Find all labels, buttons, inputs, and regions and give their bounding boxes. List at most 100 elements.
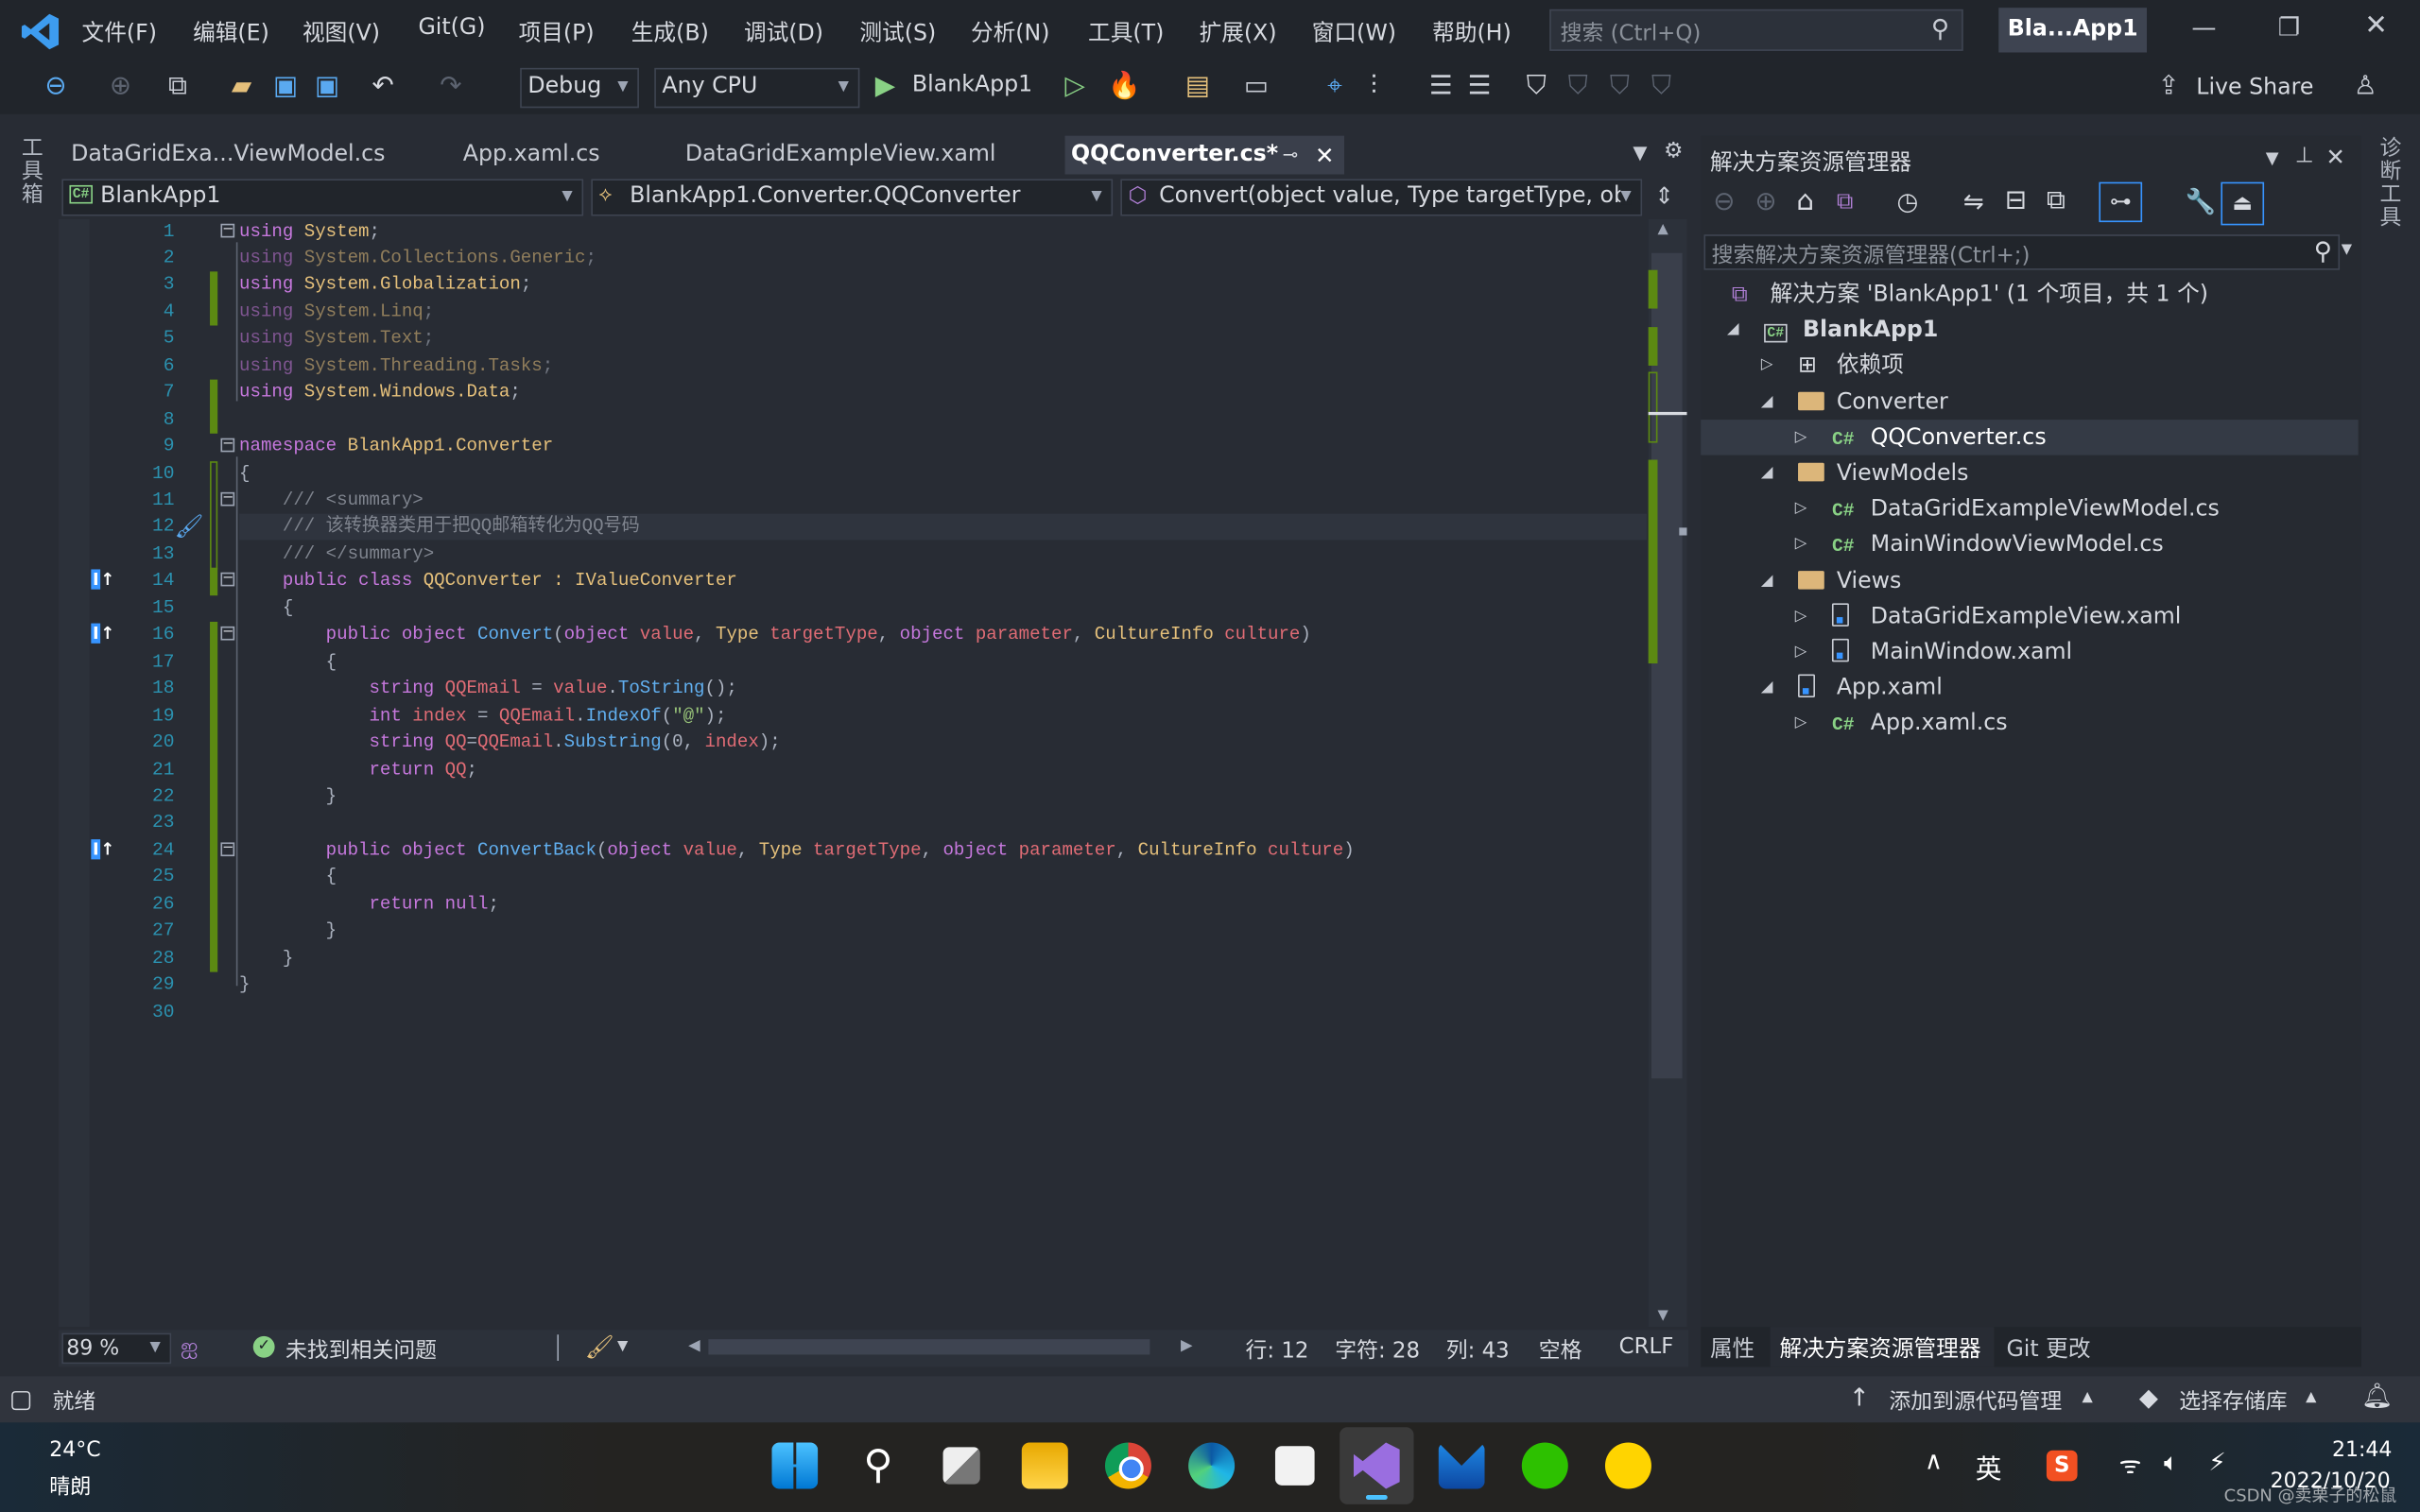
live-tree-icon[interactable]: ⫶ <box>1371 71 1377 102</box>
horizontal-scrollbar[interactable] <box>708 1339 1150 1355</box>
code-line[interactable]: using System.Linq; <box>239 299 434 325</box>
window-layout-icon[interactable]: ▭ <box>1244 71 1269 102</box>
implements-interface-icon[interactable]: I ↑ <box>91 624 114 644</box>
menu-item[interactable]: 窗口(W) <box>1312 15 1396 47</box>
close-button[interactable]: ✕ <box>2364 9 2388 42</box>
code-line[interactable]: { <box>239 649 337 676</box>
code-line[interactable]: string QQ=QQEmail.Substring(0, index); <box>239 730 780 756</box>
volume-icon[interactable]: 🔈︎ <box>2164 1447 2179 1478</box>
collapse-toggle-icon[interactable]: − <box>220 572 235 587</box>
restore-button[interactable]: ❐ <box>2278 12 2300 42</box>
tree-item[interactable]: ViewModels <box>1798 456 1968 492</box>
preview-selected-icon[interactable]: ⊶ <box>2099 181 2143 223</box>
platform-dropdown[interactable]: Any CPU ▼ <box>654 67 860 109</box>
code-line[interactable]: } <box>239 945 293 971</box>
tab-2[interactable]: DataGridExampleView.xaml <box>685 142 996 166</box>
code-line[interactable]: { <box>239 460 250 487</box>
split-window-icon[interactable]: ⇕ <box>1654 182 1674 210</box>
hot-reload-icon[interactable]: 🔥 <box>1108 71 1141 102</box>
expanded-arrow-icon[interactable]: ◢ <box>1727 321 1739 338</box>
code-line[interactable]: public object ConvertBack(object value, … <box>239 837 1355 864</box>
search-box[interactable]: 搜索 (Ctrl+Q) ⚲ <box>1549 9 1963 51</box>
feedback-icon[interactable]: ♙ <box>2354 71 2377 102</box>
menu-item[interactable]: 分析(N) <box>971 15 1050 47</box>
code-line[interactable]: /// </summary> <box>239 541 434 568</box>
tab-solution-explorer[interactable]: 解决方案资源管理器 <box>1779 1332 1980 1364</box>
clock-time[interactable]: 21:44 <box>2332 1438 2393 1463</box>
switch-views-icon[interactable]: ⧉ <box>1837 187 1854 215</box>
expanded-arrow-icon[interactable]: ◢ <box>1761 393 1773 410</box>
menu-item[interactable]: 帮助(H) <box>1432 15 1512 47</box>
code-line[interactable]: int index = QQEmail.IndexOf("@"); <box>239 703 726 730</box>
vertical-scrollbar[interactable]: ▲ ▼ <box>1648 218 1687 1328</box>
menu-item[interactable]: 扩展(X) <box>1200 15 1277 47</box>
panel-menu-icon[interactable]: ▼ <box>2266 148 2279 168</box>
bookmark-icon[interactable]: ⛉ <box>1527 71 1547 102</box>
sogou-ime-icon[interactable]: S <box>2046 1450 2078 1482</box>
indent-indicator[interactable]: 空格 <box>1539 1334 1582 1366</box>
solution-search-input[interactable]: 搜索解决方案资源管理器(Ctrl+;) ⚲ <box>1703 234 2341 270</box>
tree-item[interactable]: App.xaml <box>1798 672 1943 708</box>
code-line[interactable]: public class QQConverter : IValueConvert… <box>239 568 737 594</box>
search-taskbar-icon[interactable]: ⚲ <box>855 1443 901 1489</box>
menu-item[interactable]: 生成(B) <box>631 15 709 47</box>
save-all-icon[interactable]: ▣ <box>315 71 339 102</box>
menu-item[interactable]: 调试(D) <box>744 15 823 47</box>
scroll-down-icon[interactable]: ▼ <box>1657 1308 1668 1323</box>
clear-bookmarks-icon[interactable]: ⛉ <box>1651 71 1671 102</box>
file-explorer-icon[interactable] <box>1021 1442 1068 1489</box>
copilot-icon[interactable]: ஐ <box>181 1334 198 1362</box>
code-line[interactable]: { <box>239 865 337 891</box>
menu-item[interactable]: 项目(P) <box>519 15 595 47</box>
expanded-arrow-icon[interactable]: ◢ <box>1761 679 1773 696</box>
tab-1[interactable]: App.xaml.cs <box>463 142 600 166</box>
member-dropdown[interactable]: ⬡ Convert(object value, Type targetType,… <box>1120 179 1643 216</box>
collapse-toggle-icon[interactable]: − <box>220 626 235 641</box>
collapse-toggle-icon[interactable]: − <box>220 222 235 237</box>
collapsed-arrow-icon[interactable]: ▷ <box>1795 536 1807 553</box>
minimize-button[interactable]: — <box>2191 12 2216 42</box>
tab-qqconverter[interactable]: QQConverter.cs* <box>1071 142 1278 166</box>
tab-git-changes[interactable]: Git 更改 <box>2006 1332 2090 1364</box>
code-line[interactable]: public object Convert(object value, Type… <box>239 622 1311 648</box>
line-indicator[interactable]: 行: 12 <box>1246 1334 1309 1366</box>
collapsed-arrow-icon[interactable]: ▷ <box>1795 715 1807 732</box>
expanded-arrow-icon[interactable]: ◢ <box>1761 572 1773 589</box>
save-icon[interactable]: ▣ <box>273 71 298 102</box>
tree-item[interactable]: C# DataGridExampleViewModel.cs <box>1832 492 2220 528</box>
collapse-all-icon[interactable]: ⊟ <box>2005 185 2027 216</box>
indent-icon[interactable]: ☰ <box>1468 71 1492 102</box>
live-share-button[interactable]: Live Share <box>2196 76 2313 100</box>
tree-item[interactable]: Views <box>1798 564 1901 600</box>
implements-interface-icon[interactable]: I ↑ <box>91 570 114 591</box>
code-line[interactable]: /// <summary> <box>239 488 424 514</box>
wifi-icon[interactable]: ᯤ <box>2119 1447 2142 1481</box>
collapsed-arrow-icon[interactable]: ▷ <box>1795 429 1807 446</box>
code-line[interactable]: return null; <box>239 891 498 918</box>
scroll-up-icon[interactable]: ▲ <box>1657 222 1668 237</box>
code-line[interactable]: using System; <box>239 218 380 245</box>
line-ending-indicator[interactable]: CRLF <box>1619 1334 1674 1359</box>
code-line[interactable]: using System.Globalization; <box>239 272 531 299</box>
code-line[interactable]: } <box>239 783 337 810</box>
show-hidden-icons[interactable]: ∧ <box>1925 1446 1943 1475</box>
back-icon[interactable]: ⊖ <box>44 71 66 102</box>
properties-icon[interactable]: 🔧 <box>2186 187 2217 216</box>
tree-item[interactable]: C# BlankApp1 <box>1764 314 1938 350</box>
tree-item[interactable]: C# QQConverter.cs <box>1832 421 2047 456</box>
collapse-toggle-icon[interactable]: − <box>220 438 235 453</box>
code-line[interactable]: { <box>239 595 293 622</box>
chrome-icon[interactable] <box>1104 1442 1151 1489</box>
code-cleanup-icon[interactable]: 🖌 <box>585 1333 614 1361</box>
task-view-icon[interactable] <box>942 1447 980 1485</box>
tree-item[interactable]: DataGridExampleView.xaml <box>1831 600 2181 636</box>
column-indicator[interactable]: 列: 43 <box>1446 1334 1510 1366</box>
configuration-dropdown[interactable]: Debug ▼ <box>520 67 639 109</box>
expanded-arrow-icon[interactable]: ◢ <box>1761 464 1773 481</box>
code-line[interactable]: namespace BlankApp1.Converter <box>239 434 553 460</box>
bell-icon[interactable]: 🔔︎ <box>2361 1381 2393 1410</box>
add-to-source-control-button[interactable]: 添加到源代码管理 <box>1889 1385 2062 1417</box>
collapse-toggle-icon[interactable]: − <box>220 491 235 507</box>
code-line[interactable]: } <box>239 972 250 999</box>
zoom-dropdown[interactable]: 89 % ▼ <box>61 1332 172 1365</box>
